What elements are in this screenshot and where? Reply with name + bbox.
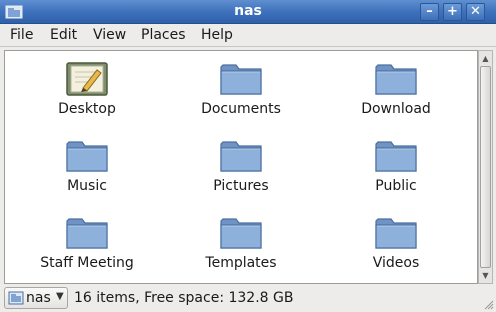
file-item-label: Music — [67, 178, 107, 194]
menu-bar: File Edit View Places Help — [0, 24, 496, 47]
chevron-down-icon: ▼ — [56, 291, 64, 302]
folder-icon — [375, 218, 417, 249]
file-item-label: Videos — [372, 255, 420, 271]
file-item-label: Public — [375, 178, 417, 194]
file-item-documents[interactable]: Documents — [166, 61, 316, 117]
menu-file[interactable]: File — [10, 27, 33, 43]
folder-icon — [220, 64, 262, 95]
file-item-label: Download — [361, 101, 431, 117]
folder-icon — [220, 141, 262, 172]
icon-view[interactable]: Desktop Documents Download Music Picture… — [4, 50, 478, 284]
location-selector[interactable]: nas ▼ — [4, 287, 68, 309]
folder-icon — [375, 64, 417, 95]
file-item-label: Desktop — [58, 101, 116, 117]
file-item-public[interactable]: Public — [321, 138, 471, 194]
file-item-label: Staff Meeting — [40, 255, 134, 271]
folder-icon — [66, 218, 108, 249]
menu-edit[interactable]: Edit — [50, 27, 77, 43]
file-item-label: Documents — [201, 101, 281, 117]
menu-help[interactable]: Help — [201, 27, 233, 43]
file-item-staff-meeting[interactable]: Staff Meeting — [12, 215, 162, 271]
folder-icon — [375, 141, 417, 172]
desktop-icon — [66, 62, 108, 96]
vertical-scrollbar[interactable]: ▲ ▼ — [478, 50, 493, 284]
close-button[interactable]: ✕ — [466, 3, 485, 21]
folder-icon — [220, 218, 262, 249]
scrollbar-thumb[interactable] — [480, 66, 491, 268]
folder-icon — [66, 141, 108, 172]
menu-places[interactable]: Places — [141, 27, 186, 43]
menu-view[interactable]: View — [93, 27, 126, 43]
file-item-music[interactable]: Music — [12, 138, 162, 194]
minimize-button[interactable]: – — [420, 3, 439, 21]
scroll-up-arrow-icon[interactable]: ▲ — [479, 51, 492, 66]
file-item-desktop[interactable]: Desktop — [12, 61, 162, 117]
file-item-label: Pictures — [213, 178, 269, 194]
resize-grip-icon[interactable] — [482, 298, 494, 310]
title-bar[interactable]: nas – + ✕ — [0, 0, 496, 24]
status-bar: nas ▼ 16 items, Free space: 132.8 GB — [0, 285, 496, 312]
file-item-videos[interactable]: Videos — [321, 215, 471, 271]
file-item-pictures[interactable]: Pictures — [166, 138, 316, 194]
file-item-download[interactable]: Download — [321, 61, 471, 117]
location-label: nas — [26, 290, 51, 306]
maximize-button[interactable]: + — [443, 3, 462, 21]
drive-icon — [8, 291, 24, 305]
status-text: 16 items, Free space: 132.8 GB — [74, 290, 294, 306]
file-item-templates[interactable]: Templates — [166, 215, 316, 271]
file-item-label: Templates — [205, 255, 277, 271]
scroll-down-arrow-icon[interactable]: ▼ — [479, 268, 492, 283]
